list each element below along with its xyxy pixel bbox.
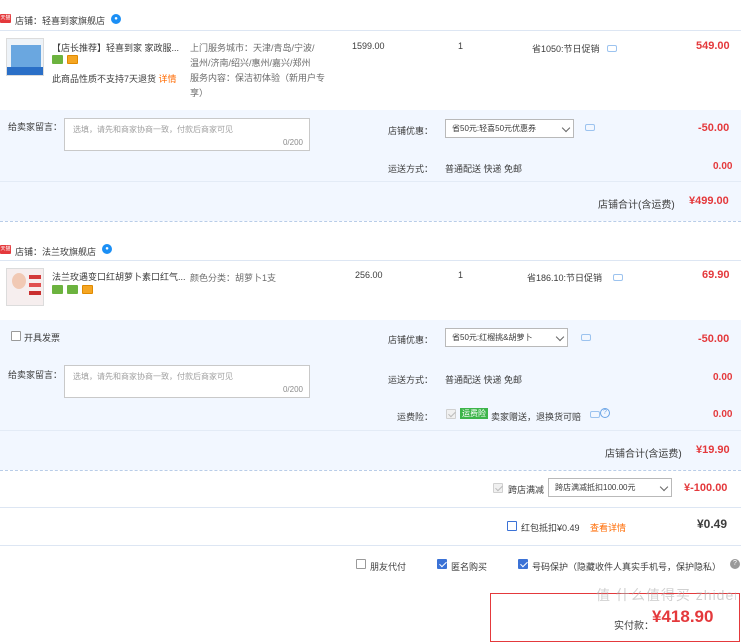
card-icon	[67, 55, 78, 64]
number-protect-label[interactable]: 号码保护（隐藏收件人真实手机号，保护隐私）	[532, 560, 728, 573]
insurance-checkbox	[446, 409, 456, 419]
coupon-label: 店铺优惠：	[388, 335, 434, 345]
shop-name[interactable]: 店铺：轻喜到家旗舰店	[15, 14, 105, 27]
notice-detail-link[interactable]: 详情	[159, 74, 177, 84]
chat-icon[interactable]	[590, 411, 600, 418]
insurance-text: 卖家赠送，退换货可赔	[491, 412, 582, 422]
subtotal-label: 店铺合计(含运费)	[605, 449, 682, 460]
chat-icon[interactable]	[585, 124, 595, 131]
product-title[interactable]: 法兰玫遇变口红胡萝卜素口红气...	[52, 270, 186, 283]
cross-store-select[interactable]: 跨店满减抵扣100.00元	[548, 478, 672, 497]
product-image[interactable]	[6, 38, 44, 76]
anonymous-checkbox[interactable]	[437, 559, 447, 569]
promo-discount: 省1050:节日促销	[532, 44, 600, 54]
card-icon	[82, 285, 93, 294]
redpacket-checkbox[interactable]	[507, 521, 517, 531]
insurance-label: 运费险：	[397, 412, 434, 422]
anonymous-label[interactable]: 匿名购买	[451, 560, 487, 573]
chevron-down-icon	[561, 123, 571, 133]
divider	[0, 430, 741, 431]
insurance-amount: 0.00	[713, 409, 733, 420]
message-label: 给卖家留言：	[8, 122, 63, 132]
quantity: 1	[458, 270, 464, 280]
shop-name[interactable]: 店铺：法兰玫旗舰店	[15, 245, 96, 258]
shipping-label: 运送方式：	[388, 375, 434, 385]
product-title[interactable]: 【店长推荐】轻喜到家 家政服...	[52, 41, 179, 54]
help-icon[interactable]: ?	[600, 408, 610, 418]
cross-store-value: 跨店满减抵扣100.00元	[555, 483, 636, 492]
seven-day-icon	[52, 285, 63, 294]
unit-price: 256.00	[355, 270, 383, 280]
message-placeholder: 选填，请先和商家协商一致，付款后商家可见	[73, 125, 233, 134]
product-attr: 颜色分类：胡萝卜1支	[190, 273, 277, 283]
coupon-amount: -50.00	[698, 122, 730, 134]
redpacket-label[interactable]: 红包抵扣¥0.49	[521, 521, 580, 534]
chat-icon[interactable]	[607, 45, 617, 52]
product-attr: 服务内容：保洁初体验（新用户专	[190, 73, 326, 83]
redpacket-detail-link[interactable]: 查看详情	[590, 521, 626, 534]
return-notice: 此商品性质不支持7天退货 详情	[52, 74, 177, 84]
quantity: 1	[458, 41, 464, 51]
shipping-amount: 0.00	[713, 372, 733, 383]
divider	[0, 30, 741, 31]
divider	[0, 545, 741, 546]
shipping-method: 普通配送 快递 免邮	[445, 375, 523, 385]
chat-badge-icon[interactable]: ●	[111, 14, 121, 24]
item-total: 69.90	[702, 269, 730, 281]
pay-label: 实付款：	[614, 621, 654, 632]
product-attr: 享）	[190, 88, 209, 98]
help-icon[interactable]: ?	[730, 559, 740, 569]
pay-value: ¥418.90	[652, 607, 714, 626]
tmall-tag: 天猫	[0, 245, 11, 254]
shipping-label: 运送方式：	[388, 164, 434, 174]
char-count: 0/200	[282, 138, 303, 147]
chat-icon[interactable]	[581, 334, 591, 341]
shop-coupon-select[interactable]: 省50元:红榴挑&胡萝卜	[445, 328, 568, 347]
product-attr: 温州/济南/绍兴/惠州/嘉兴/郑州	[190, 58, 311, 68]
cross-store-checkbox	[493, 483, 503, 493]
chevron-down-icon	[659, 482, 669, 492]
shop-separator	[0, 470, 741, 471]
invoice-label[interactable]: 开具发票	[24, 331, 60, 344]
coupon-amount: -50.00	[698, 333, 730, 345]
subtotal-label: 店铺合计(含运费)	[598, 200, 675, 211]
invoice-checkbox[interactable]	[11, 331, 21, 341]
message-placeholder: 选填，请先和商家协商一致，付款后商家可见	[73, 372, 233, 381]
message-input[interactable]: 选填，请先和商家协商一致，付款后商家可见 0/200	[64, 118, 310, 151]
product-attr: 上门服务城市：天津/青岛/宁波/	[190, 43, 315, 53]
unit-price: 1599.00	[352, 41, 385, 51]
coupon-value: 省50元:轻喜50元优惠券	[452, 124, 537, 133]
subtotal-value: ¥499.00	[689, 195, 729, 207]
shipping-method: 普通配送 快递 免邮	[445, 164, 523, 174]
shop-separator	[0, 221, 741, 222]
cross-store-amount: ¥-100.00	[684, 482, 728, 494]
promo-discount: 省186.10:节日促销	[527, 273, 603, 283]
shop-coupon-select[interactable]: 省50元:轻喜50元优惠券	[445, 119, 574, 138]
item-total: 549.00	[696, 40, 730, 52]
coupon-value: 省50元:红榴挑&胡萝卜	[452, 333, 533, 342]
friend-pay-checkbox[interactable]	[356, 559, 366, 569]
shipping-amount: 0.00	[713, 161, 733, 172]
guarantee-icon	[52, 55, 63, 64]
tmall-tag: 天猫	[0, 14, 11, 23]
chat-icon[interactable]	[613, 274, 623, 281]
divider	[0, 181, 741, 182]
message-label: 给卖家留言：	[8, 370, 63, 380]
product-image[interactable]	[6, 268, 44, 306]
divider	[0, 260, 741, 261]
cross-store-label: 跨店满减	[508, 485, 545, 495]
friend-pay-label[interactable]: 朋友代付	[370, 560, 406, 573]
chat-badge-icon[interactable]: ●	[102, 244, 112, 254]
char-count: 0/200	[282, 385, 303, 394]
redpacket-amount: ¥0.49	[697, 517, 728, 531]
number-protect-checkbox[interactable]	[518, 559, 528, 569]
chevron-down-icon	[555, 332, 565, 342]
watermark-logo: 值 什么值得买 zhidemai	[596, 587, 736, 603]
message-input[interactable]: 选填，请先和商家协商一致，付款后商家可见 0/200	[64, 365, 310, 398]
guarantee-icon	[67, 285, 78, 294]
divider	[0, 507, 741, 508]
coupon-label: 店铺优惠：	[388, 126, 434, 136]
insurance-tag: 运费险	[460, 408, 488, 419]
subtotal-value: ¥19.90	[696, 444, 730, 456]
